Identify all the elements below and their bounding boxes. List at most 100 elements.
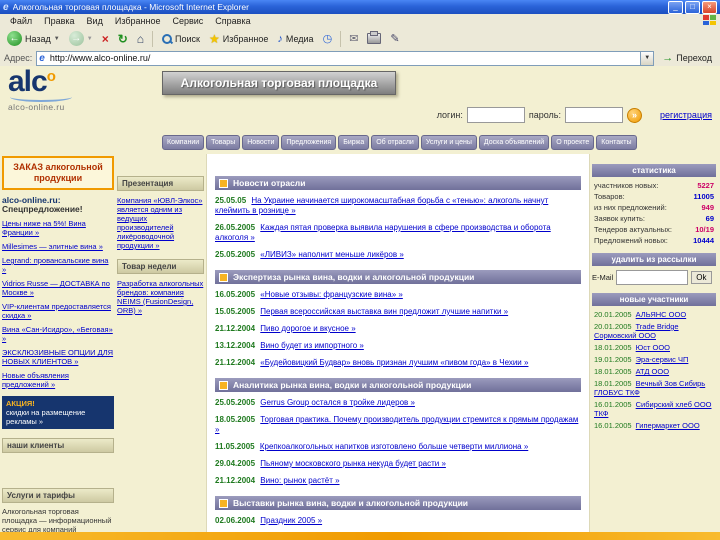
go-button[interactable]: → Переход	[658, 52, 716, 64]
address-input[interactable]	[47, 51, 638, 65]
exhibitions-section-header: Выставки рынка вина, водки и алкогольной…	[215, 496, 581, 510]
sidebar-link[interactable]: VIP-клиентам предоставляется скидка »	[2, 302, 114, 320]
minimize-button[interactable]: _	[668, 0, 683, 14]
services-header: Услуги и тарифы	[2, 488, 114, 503]
week-product-link[interactable]: Разработка алкогольных брендов: компания…	[117, 279, 204, 315]
close-button[interactable]: ×	[702, 0, 717, 14]
stat-label: Заявок купить:	[594, 214, 645, 223]
news-link[interactable]: Вино: рынок растёт »	[260, 476, 339, 485]
stat-value: 5227	[697, 181, 714, 190]
nav-tab[interactable]: Товары	[206, 135, 241, 150]
stat-row: Тендеров актуальных: 10/19	[594, 225, 714, 234]
ok-button[interactable]: Ok	[691, 271, 712, 284]
member-date: 20.01.2005	[594, 322, 632, 331]
login-input[interactable]	[466, 107, 525, 123]
sidebar-link[interactable]: ЭКСКЛЮЗИВНЫЕ ОПЦИИ ДЛЯ НОВЫХ КЛИЕНТОВ »	[2, 348, 114, 366]
print-button[interactable]	[364, 31, 384, 45]
news-link[interactable]: Пиво дорогое и вкусное »	[260, 324, 355, 333]
sidebar-link[interactable]: Legrand: провансальские вина »	[2, 256, 114, 274]
nav-tab[interactable]: Новости	[242, 135, 280, 150]
member-link[interactable]: Гипермаркет ООО	[636, 421, 700, 430]
maximize-button[interactable]: □	[685, 0, 700, 14]
sidebar-link[interactable]: Millesimes — элитные вина »	[2, 242, 114, 251]
menu-item[interactable]: Избранное	[109, 16, 167, 26]
news-section-title: Новости отрасли	[233, 178, 306, 188]
menu-item[interactable]: Правка	[38, 16, 80, 26]
member-row: 18.01.2005 АТД ООО	[594, 367, 714, 376]
news-link[interactable]: «ЛИВИЗ» наполнит меньше ликёров »	[260, 250, 403, 259]
stop-button[interactable]: ×	[99, 31, 112, 47]
member-link[interactable]: АТД ООО	[636, 367, 669, 376]
back-button[interactable]: ← Назад ▼	[4, 30, 63, 47]
stat-row: участников новых: 5227	[594, 181, 714, 190]
back-dropdown-icon[interactable]: ▼	[54, 36, 60, 42]
stat-label: Тендеров актуальных:	[594, 225, 672, 234]
member-row: 19.01.2005 Эра-сервис ЧП	[594, 355, 714, 364]
nav-tab[interactable]: Компании	[162, 135, 205, 150]
news-link[interactable]: Торговая практика. Почему производитель …	[215, 415, 578, 434]
history-button[interactable]: ◷	[320, 31, 336, 46]
promo-title: АКЦИЯ!	[6, 399, 35, 408]
member-date: 18.01.2005	[594, 343, 632, 352]
member-link[interactable]: Юст ООО	[636, 343, 670, 352]
sidebar-link[interactable]: Vidrios Russe — ДОСТАВКА по Москве »	[2, 279, 114, 297]
section-bullet-icon	[219, 380, 228, 390]
news-item: 21.12.2004 «Будейовицкий Будвар» вновь п…	[215, 358, 581, 368]
sidebar-link[interactable]: Цены ниже на 5%! Вина Франции »	[2, 219, 114, 237]
menu-item[interactable]: Сервис	[166, 16, 209, 26]
news-link[interactable]: Gerrus Group остался в тройке лидеров »	[260, 398, 415, 407]
page-content: alco alco-online.ru Алкогольная торговая…	[0, 66, 720, 532]
refresh-button[interactable]: ↻	[115, 31, 131, 47]
login-submit-button[interactable]: »	[626, 107, 642, 123]
member-link[interactable]: АЛЬЯНС ООО	[636, 310, 687, 319]
news-date: 21.12.2004	[215, 324, 256, 333]
email-input[interactable]	[616, 270, 689, 285]
sidebar-link[interactable]: Вина «Сан-Исидро», «Беговая» »	[2, 325, 114, 343]
password-input[interactable]	[564, 107, 623, 123]
address-dropdown-icon[interactable]: ▼	[640, 51, 654, 65]
news-item: 25.05.2005 Gerrus Group остался в тройке…	[215, 398, 581, 408]
nav-tab[interactable]: Доска объявлений	[478, 135, 550, 150]
nav-tab[interactable]: Биржа	[338, 135, 370, 150]
news-link[interactable]: Каждая пятая проверка выявила нарушения …	[215, 223, 551, 242]
stat-row: Заявок купить: 69	[594, 214, 714, 223]
menu-item[interactable]: Вид	[81, 16, 109, 26]
promo-box[interactable]: АКЦИЯ! скидки на размещение рекламы »	[2, 396, 114, 429]
news-link[interactable]: Вино будет из импортного »	[260, 341, 364, 350]
order-box[interactable]: ЗАКАЗ алкогольной продукции	[2, 156, 114, 190]
edit-button[interactable]: ✎	[387, 31, 402, 46]
home-button[interactable]: ⌂	[134, 31, 147, 47]
menu-item[interactable]: Файл	[4, 16, 38, 26]
member-link[interactable]: Эра-сервис ЧП	[636, 355, 689, 364]
news-link[interactable]: «Новые отзывы: французские вина» »	[260, 290, 403, 299]
media-button[interactable]: ♪ Медиа	[274, 32, 316, 46]
news-item: 16.05.2005 «Новые отзывы: французские ви…	[215, 290, 581, 300]
news-link[interactable]: «Будейовицкий Будвар» вновь признан лучш…	[260, 358, 528, 367]
site-logo[interactable]: alco alco-online.ru	[8, 67, 158, 112]
news-link[interactable]: На Украине начинается широкомасштабная б…	[215, 196, 548, 215]
news-link[interactable]: Пьяному московского рынка некуда будет р…	[260, 459, 446, 468]
nav-tab[interactable]: Предложения	[281, 135, 337, 150]
sidebar-link[interactable]: Новые объявления предложений »	[2, 371, 114, 389]
mail-button[interactable]: ✉	[346, 31, 361, 46]
section-bullet-icon	[219, 498, 228, 508]
nav-tab[interactable]: Услуги и цены	[420, 135, 477, 150]
presentation-link[interactable]: Компания «ЮВЛ-Элкос» является одним из в…	[117, 196, 204, 250]
forward-button[interactable]: → ▼	[66, 30, 96, 47]
news-link[interactable]: Крепкоалкогольных напитков изготовлено б…	[260, 442, 528, 451]
expertise-section-title: Экспертиза рынка вина, водки и алкогольн…	[233, 272, 475, 282]
news-link[interactable]: Праздник 2005 »	[260, 516, 322, 525]
news-item: 25.05.2005 «ЛИВИЗ» наполнит меньше ликёр…	[215, 250, 581, 260]
nav-tab[interactable]: О проекте	[551, 135, 595, 150]
favorites-button[interactable]: ★ Избранное	[206, 31, 271, 47]
register-link[interactable]: регистрация	[660, 110, 712, 120]
nav-tab[interactable]: Об отрасли	[371, 135, 419, 150]
home-icon: ⌂	[136, 31, 145, 46]
menu-item[interactable]: Справка	[209, 16, 256, 26]
news-list: 25.05.05 На Украине начинается широкомас…	[215, 196, 581, 260]
news-link[interactable]: Первая всероссийская выставка вин предло…	[260, 307, 508, 316]
windows-logo-icon	[703, 15, 716, 25]
member-row: 20.01.2005 Trade Bridge Сормовский ООО	[594, 322, 714, 340]
nav-tab[interactable]: Контакты	[596, 135, 637, 150]
search-button[interactable]: Поиск	[158, 32, 203, 45]
